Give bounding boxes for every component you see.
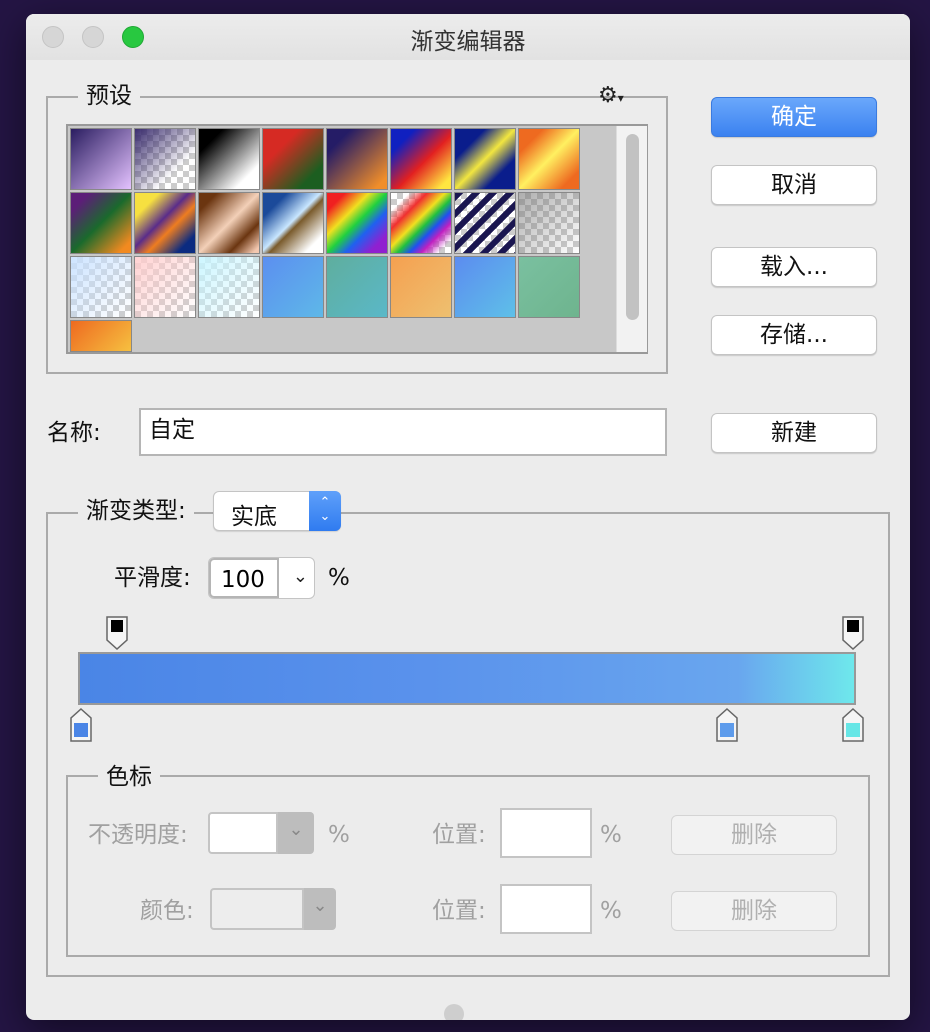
smoothness-combo[interactable]: 100 ⌄: [208, 557, 315, 599]
preset-swatch-orange-yellow[interactable]: [70, 320, 132, 352]
chevron-down-icon[interactable]: ⌄: [293, 566, 308, 587]
preset-swatch-sky[interactable]: [454, 256, 516, 318]
preset-swatch-blue-yellow-blue[interactable]: [454, 128, 516, 190]
title-bar: 渐变编辑器: [26, 14, 910, 60]
stops-legend: 色标: [98, 763, 160, 791]
gear-icon[interactable]: ⚙▾: [598, 84, 624, 110]
new-button[interactable]: 新建: [711, 413, 877, 453]
opacity-position-input: [500, 808, 592, 858]
presets-legend: 预设: [78, 82, 140, 110]
cancel-button[interactable]: 取消: [711, 165, 877, 205]
preset-swatch-black-to-white[interactable]: [198, 128, 260, 190]
preset-swatch-blue-red-yellow[interactable]: [390, 128, 452, 190]
gear-symbol: ⚙: [598, 83, 618, 108]
preset-swatch-light-blue-transparent[interactable]: [70, 256, 132, 318]
smoothness-unit: %: [328, 565, 350, 591]
opacity-stop-right[interactable]: [842, 616, 864, 650]
load-button[interactable]: 载入...: [711, 247, 877, 287]
select-arrows-icon: ⌃ ⌄: [309, 491, 341, 531]
preset-swatch-neutral-density[interactable]: [518, 192, 580, 254]
opacity-unit: %: [328, 822, 350, 848]
color-position-input: [500, 884, 592, 934]
name-label: 名称:: [47, 420, 101, 446]
opacity-position-label: 位置:: [432, 822, 486, 848]
preset-swatch-teal[interactable]: [326, 256, 388, 318]
preset-swatch-copper[interactable]: [198, 192, 260, 254]
color-stop-left[interactable]: [70, 708, 92, 742]
preset-swatch-transparent-rainbow[interactable]: [390, 192, 452, 254]
save-button[interactable]: 存储...: [711, 315, 877, 355]
color-position-label: 位置:: [432, 898, 486, 924]
color-stop-middle[interactable]: [716, 708, 738, 742]
preset-swatch-orange[interactable]: [390, 256, 452, 318]
ok-button[interactable]: 确定: [711, 97, 877, 137]
preset-swatch-purple-to-transparent[interactable]: [134, 128, 196, 190]
preset-swatch-light-pink-transparent[interactable]: [134, 256, 196, 318]
chevron-down-icon: ⌄: [278, 812, 314, 854]
preset-swatch-yellow-violet-orange-blue[interactable]: [134, 192, 196, 254]
chevron-down-icon: ⌄: [304, 888, 336, 930]
watermark-icon: [444, 1004, 464, 1020]
gradient-type-value: 实底: [231, 504, 277, 530]
preset-swatch-violet-green-orange[interactable]: [70, 192, 132, 254]
preset-swatch-orange-yellow-orange[interactable]: [518, 128, 580, 190]
preset-swatch-sage[interactable]: [518, 256, 580, 318]
gradient-type-label: 渐变类型:: [78, 497, 194, 525]
preset-swatch-spectrum[interactable]: [326, 192, 388, 254]
opacity-stop-left[interactable]: [106, 616, 128, 650]
preset-swatch-violet-to-orange[interactable]: [326, 128, 388, 190]
smoothness-label: 平滑度:: [114, 565, 191, 591]
opacity-input: [208, 812, 278, 854]
color-position-unit: %: [600, 898, 622, 924]
preset-swatch-grid: [66, 124, 648, 354]
opacity-label: 不透明度:: [88, 822, 188, 848]
smoothness-input[interactable]: 100: [209, 558, 279, 598]
preset-swatch-chrome[interactable]: [262, 192, 324, 254]
preset-swatch-purple-to-pink[interactable]: [70, 128, 132, 190]
window-title: 渐变编辑器: [410, 29, 526, 55]
preset-scrollbar-thumb[interactable]: [626, 134, 639, 320]
color-swatch-field: [210, 888, 304, 930]
color-stop-right[interactable]: [842, 708, 864, 742]
gradient-editor-window: 渐变编辑器 预设 ⚙▾ 确定 取消 载入... 存储... 新建 名称: 自定 …: [26, 14, 910, 1020]
gradient-preview-bar[interactable]: [78, 652, 856, 705]
delete-color-stop-button: 删除: [671, 891, 837, 931]
opacity-position-unit: %: [600, 822, 622, 848]
preset-scrollbar-track[interactable]: [616, 126, 647, 352]
preset-swatch-red-to-green[interactable]: [262, 128, 324, 190]
preset-swatch-transparent-stripes[interactable]: [454, 192, 516, 254]
gradient-type-select[interactable]: 实底 ⌃ ⌄: [213, 491, 341, 531]
name-input[interactable]: 自定: [139, 408, 667, 456]
preset-swatch-blue[interactable]: [262, 256, 324, 318]
preset-swatch-light-cyan-transparent[interactable]: [198, 256, 260, 318]
delete-opacity-stop-button: 删除: [671, 815, 837, 855]
color-label: 颜色:: [140, 898, 194, 924]
